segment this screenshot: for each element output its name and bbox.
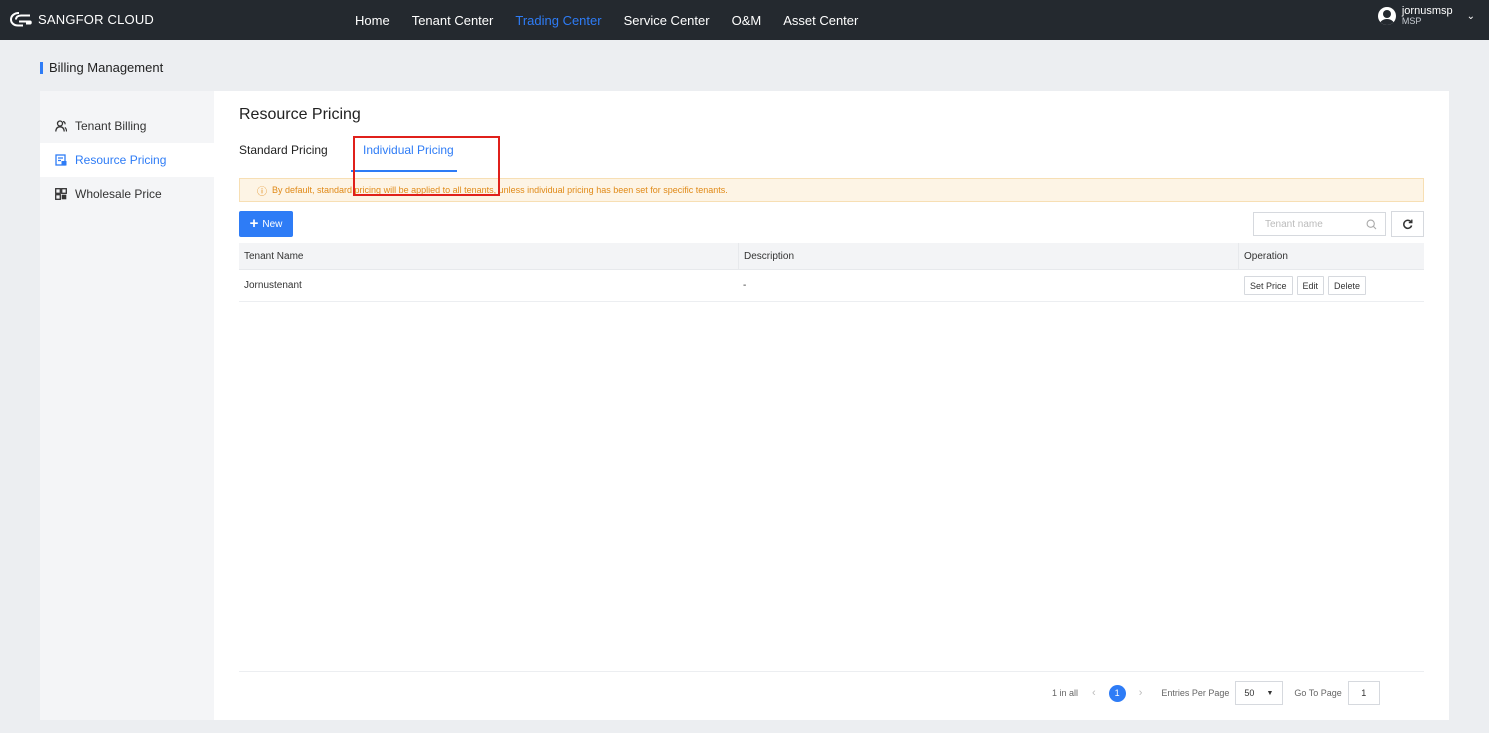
- entries-per-page-value: 50: [1244, 688, 1255, 698]
- user-avatar-icon: [1377, 7, 1396, 25]
- info-icon: ⓘ: [257, 186, 267, 198]
- nav-service-center[interactable]: Service Center: [624, 13, 710, 28]
- chevron-right-icon[interactable]: ›: [1139, 687, 1143, 699]
- go-to-page-label: Go To Page: [1294, 688, 1342, 698]
- sidebar-item-label: Tenant Billing: [75, 119, 147, 133]
- nav-asset-center[interactable]: Asset Center: [783, 13, 858, 28]
- active-tab-indicator: [351, 170, 457, 172]
- wholesale-price-icon: [55, 188, 67, 200]
- delete-button[interactable]: Delete: [1328, 276, 1367, 295]
- sangfor-logo-icon: [10, 12, 32, 27]
- nav-om[interactable]: O&M: [732, 13, 762, 28]
- tenant-billing-icon: [55, 120, 67, 132]
- main-nav: Home Tenant Center Trading Center Servic…: [355, 0, 880, 40]
- sidebar-item-label: Wholesale Price: [75, 187, 162, 201]
- column-header-description: Description: [738, 243, 1238, 269]
- new-button[interactable]: + New: [239, 211, 293, 237]
- sidebar-item-tenant-billing[interactable]: Tenant Billing: [40, 109, 214, 143]
- tab-standard-pricing[interactable]: Standard Pricing: [239, 143, 328, 157]
- chevron-left-icon[interactable]: ‹: [1092, 687, 1096, 699]
- entries-per-page-label: Entries Per Page: [1161, 688, 1230, 698]
- cell-operations: Set Price Edit Delete: [1238, 270, 1424, 301]
- total-count: 1 in all: [1052, 688, 1079, 698]
- page-title: Billing Management: [40, 60, 163, 75]
- go-to-page-input[interactable]: 1: [1347, 681, 1380, 705]
- page-title-text: Billing Management: [49, 60, 164, 75]
- section-title: Resource Pricing: [239, 106, 361, 123]
- tenant-pricing-table: Tenant Name Description Operation Jornus…: [239, 243, 1424, 302]
- edit-button[interactable]: Edit: [1296, 276, 1325, 295]
- nav-home[interactable]: Home: [355, 13, 390, 28]
- user-role: MSP: [1401, 16, 1422, 26]
- pagination: 1 in all ‹ 1 › Entries Per Page 50 ▼ Go …: [1052, 681, 1380, 705]
- logo[interactable]: SANGFOR CLOUD: [10, 11, 154, 27]
- top-bar: SANGFOR CLOUD Home Tenant Center Trading…: [0, 0, 1489, 40]
- chevron-down-icon[interactable]: ⌄: [1467, 11, 1475, 22]
- cell-tenant-name: Jornustenant: [244, 280, 302, 291]
- resource-pricing-icon: [55, 154, 67, 166]
- set-price-button[interactable]: Set Price: [1244, 276, 1293, 295]
- info-notice: ⓘ By default, standard pricing will be a…: [239, 178, 1424, 202]
- refresh-icon: [1403, 219, 1413, 229]
- page-number-current[interactable]: 1: [1108, 684, 1126, 702]
- user-menu[interactable]: jornusmsp MSP ⌄: [1377, 5, 1475, 27]
- search-input[interactable]: [1265, 218, 1365, 230]
- caret-down-icon: ▼: [1266, 690, 1274, 697]
- nav-tenant-center[interactable]: Tenant Center: [412, 13, 494, 28]
- nav-trading-center[interactable]: Trading Center: [515, 13, 601, 28]
- user-info: jornusmsp MSP: [1401, 5, 1453, 27]
- notice-text: By default, standard pricing will be app…: [272, 185, 728, 195]
- sidebar-item-label: Resource Pricing: [75, 153, 167, 167]
- main-panel: Resource Pricing Standard Pricing Indivi…: [214, 91, 1449, 720]
- plus-icon: +: [249, 215, 259, 232]
- search-icon[interactable]: [1366, 219, 1377, 230]
- cell-description: -: [743, 280, 747, 291]
- refresh-button[interactable]: [1391, 211, 1424, 237]
- tab-individual-pricing[interactable]: Individual Pricing: [363, 143, 454, 157]
- column-header-tenant-name: Tenant Name: [244, 250, 304, 262]
- sidebar-item-resource-pricing[interactable]: Resource Pricing: [40, 143, 214, 177]
- table-header: Tenant Name Description Operation: [239, 243, 1424, 270]
- entries-per-page-select[interactable]: 50 ▼: [1235, 681, 1284, 705]
- footer-divider: [239, 671, 1424, 672]
- tenant-search: [1253, 212, 1386, 236]
- column-header-operation: Operation: [1238, 243, 1424, 269]
- new-button-label: New: [262, 218, 283, 230]
- sidebar-item-wholesale-price[interactable]: Wholesale Price: [40, 177, 214, 211]
- title-accent-bar: [40, 61, 43, 74]
- table-row: Jornustenant - Set Price Edit Delete: [239, 270, 1424, 302]
- sidebar: Tenant Billing Resource Pricing Wholesal…: [40, 91, 214, 720]
- logo-text: SANGFOR CLOUD: [38, 11, 155, 27]
- user-name: jornusmsp: [1401, 5, 1453, 17]
